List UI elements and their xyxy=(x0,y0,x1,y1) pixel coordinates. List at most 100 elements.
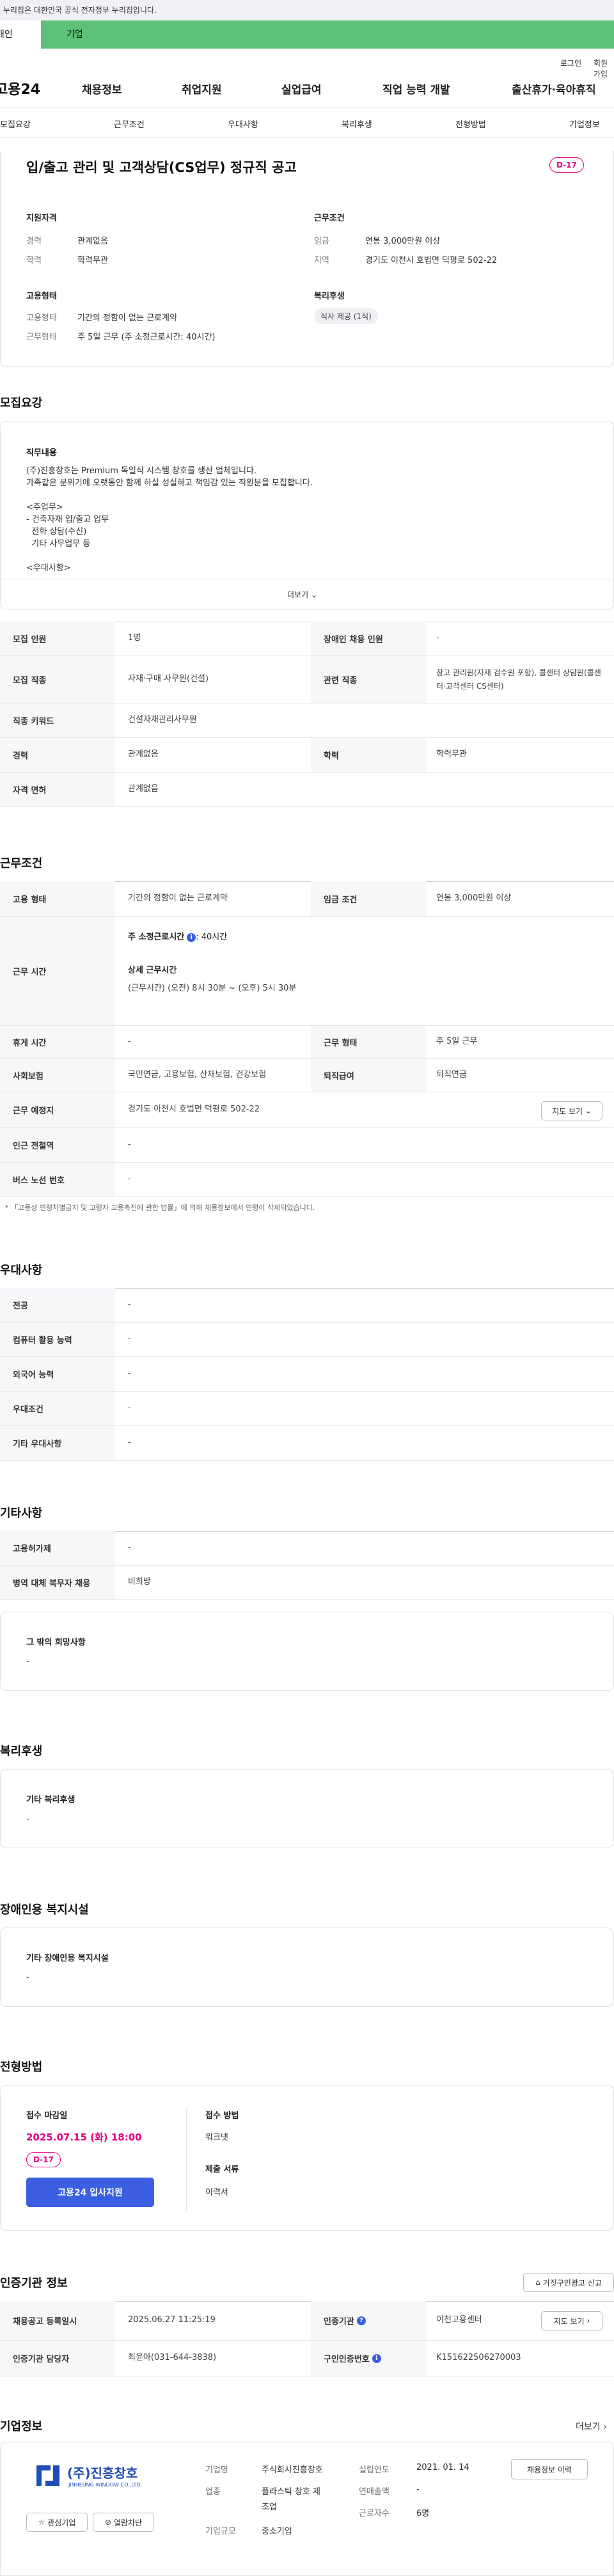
table-row: 인근 전철역 - xyxy=(0,1128,614,1163)
table-row: 근무 예정지 경기도 이천시 호법면 덕평로 502-22 지도 보기 ⌄ xyxy=(0,1092,614,1128)
table-row: 기타 우대사항 - xyxy=(0,1426,614,1461)
table-row: 버스 노선 번호 - xyxy=(0,1163,614,1197)
job-summary-card: 입/출고 관리 및 고객상담(CS업무) 정규직 공고 D-17 지원자격 경력… xyxy=(0,151,614,367)
deadline-date: 2025.07.15 (화) 18:00 xyxy=(26,2132,142,2143)
gov-banner-text: 이 누리집은 대한민국 공식 전자정부 누리집입니다. xyxy=(0,6,157,15)
etc-box: 그 밖의 희망사항 - xyxy=(0,1612,614,1691)
emptype-label: 고용형태 xyxy=(26,313,57,323)
star-icon: ☆ xyxy=(38,2518,45,2527)
region-label: 지역 xyxy=(314,256,329,265)
region-value: 경기도 이천시 호법면 덕평로 502-22 xyxy=(365,256,498,265)
table-row: 근무 시간 주 소정근로시간 i: 40시간 상세 근무시간 (근무시간) (오전… xyxy=(0,917,614,1026)
duty-card: 직무내용 (주)진흥창호는 Premium 독일식 시스템 창호를 생산 업체입… xyxy=(0,421,614,610)
anchor-preference[interactable]: 우대사항 xyxy=(228,118,258,130)
tab-personal[interactable]: 개인 xyxy=(0,20,41,49)
table-row: 휴게 시간 - 근무 형태 주 5일 근무 xyxy=(0,1026,614,1059)
anchor-recruit[interactable]: 모집요강 xyxy=(0,118,31,130)
agency-map-button[interactable]: 지도 보기 › xyxy=(541,2311,602,2330)
dday-badge: D-17 xyxy=(26,2152,61,2167)
company-logo-name: (주)진흥창호 xyxy=(67,2465,138,2481)
nav-parental-leave[interactable]: 출산휴가·육아휴직 xyxy=(512,81,596,97)
table-row: 직종 키워드 건설자재관리사무원 xyxy=(0,703,614,738)
nav-employment-support[interactable]: 취업지원 xyxy=(182,81,222,97)
detail-hours: (근무시간) (오전) 8시 30분 ~ (오후) 5시 30분 xyxy=(128,984,297,993)
table-row: 고용 형태 기간의 정함이 없는 근로계약 임금 조건 연봉 3,000만원 이… xyxy=(0,881,614,917)
education-label: 학력 xyxy=(26,256,42,265)
process-heading: 전형방법 xyxy=(0,2061,43,2074)
tab-business[interactable]: 기업 xyxy=(41,20,83,49)
table-row: 고용허가제 - xyxy=(0,1531,614,1566)
anchor-process[interactable]: 전형방법 xyxy=(455,118,486,130)
anchor-company[interactable]: 기업정보 xyxy=(569,118,600,130)
block-button[interactable]: ⊘ 열람차단 xyxy=(93,2513,154,2532)
worktype-label: 근무형태 xyxy=(26,333,57,342)
welfare-box: 기타 복리후생 - xyxy=(0,1769,614,1848)
detail-hours-title: 상세 근무시간 xyxy=(128,966,177,975)
table-row: 사회보험 국민연금, 고용보험, 산재보험, 건강보험 퇴직급여 퇴직연금 xyxy=(0,1059,614,1092)
nav-skills[interactable]: 직업 능력 개발 xyxy=(382,81,450,97)
welfare-heading: 복리후생 xyxy=(0,1745,43,1758)
employment-title: 고용형태 xyxy=(26,292,57,301)
table-row: 병역 대체 복무자 채용 비희망 xyxy=(0,1566,614,1600)
disabled-heading: 장애인용 복지시설 xyxy=(0,1903,89,1917)
age-note: * 「고용상 연령차별금지 및 고령자 고용촉진에 관한 법률」에 의해 채용정… xyxy=(5,1204,315,1212)
anchor-conditions[interactable]: 근무조건 xyxy=(114,118,145,130)
info-icon[interactable]: ? xyxy=(356,2316,366,2325)
main-nav: 고용24 채용정보 취업지원 실업급여 직업 능력 개발 출산휴가·육아휴직 xyxy=(0,72,614,107)
table-row: 전공 - xyxy=(0,1288,614,1323)
table-row: 우대조건 - xyxy=(0,1392,614,1426)
etc-heading: 기타사항 xyxy=(0,1507,43,1520)
table-row: 채용공고 등록일시 2025.06.27 11:25:19 인증기관? 이천고용… xyxy=(0,2301,614,2341)
more-button[interactable]: 더보기 ⌄ xyxy=(287,589,317,600)
conditions-heading: 근무조건 xyxy=(0,857,43,870)
company-heading: 기업정보 xyxy=(0,2420,43,2433)
anchor-tabs: 모집요강 근무조건 우대사항 복리후생 전형방법 기업정보 xyxy=(0,107,614,138)
duty-title: 직무내용 xyxy=(26,448,57,458)
table-row: 외국어 능력 - xyxy=(0,1357,614,1392)
company-more-link[interactable]: 더보기 › xyxy=(576,2420,607,2433)
table-row: 인증기관 담당자 최윤아(031-644-3838) 구인인증번호 i K1516… xyxy=(0,2341,614,2376)
home-icon: ⌂ xyxy=(535,2278,540,2287)
table-row: 자격 면허 관계없음 xyxy=(0,773,614,807)
chevron-right-icon: › xyxy=(586,2316,590,2325)
info-icon[interactable]: i xyxy=(372,2353,381,2363)
chevron-down-icon: ⌄ xyxy=(310,590,318,599)
qualification-title: 지원자격 xyxy=(26,214,57,223)
table-row: 컴퓨터 활용 능력 - xyxy=(0,1323,614,1357)
gov-banner: 이 누리집은 대한민국 공식 전자정부 누리집입니다. xyxy=(0,0,614,20)
duty-text: (주)진흥창호는 Premium 독일식 시스템 창호를 생산 업체입니다. 가족… xyxy=(26,466,313,573)
utility-links: 로그인 회원가입 xyxy=(0,49,614,79)
welfare-title: 복리후생 xyxy=(314,292,345,301)
weekly-hours: 주 소정근로시간 i: 40시간 xyxy=(128,932,228,942)
education-value: 학력무관 xyxy=(77,256,108,265)
report-button[interactable]: ⌂ 거짓구인광고 신고 xyxy=(523,2273,614,2292)
apply-button[interactable]: 고용24 입사지원 xyxy=(26,2178,154,2207)
service-tabs: 개인 기업 xyxy=(0,20,614,49)
dday-badge: D-17 xyxy=(549,157,584,173)
company-card: (주)진흥창호 JINHEUNG WINDOW CO.,LTD. ☆ 관심기업 … xyxy=(0,2442,614,2576)
anchor-welfare[interactable]: 복리후생 xyxy=(342,118,372,130)
welfare-pill: 식사 제공 (1식) xyxy=(314,308,378,324)
worktype-value: 주 5일 근무 (주 소정근로시간: 40시간) xyxy=(77,333,216,342)
agency-heading: 인증기관 정보 xyxy=(0,2277,68,2290)
conditions-title: 근무조건 xyxy=(314,214,345,223)
preference-heading: 우대사항 xyxy=(0,1264,43,1277)
company-logo xyxy=(34,2462,62,2490)
nav-jobs[interactable]: 채용정보 xyxy=(82,81,122,97)
logo[interactable]: 고용24 xyxy=(0,78,40,98)
wage-value: 연봉 3,000만원 이상 xyxy=(365,237,441,246)
map-button[interactable]: 지도 보기 ⌄ xyxy=(541,1101,602,1120)
nav-unemployment-benefit[interactable]: 실업급여 xyxy=(281,81,322,97)
chevron-down-icon: ⌄ xyxy=(585,1106,592,1115)
company-logo-en: JINHEUNG WINDOW CO.,LTD. xyxy=(68,2482,143,2488)
emptype-value: 기간의 정함이 없는 근로계약 xyxy=(77,313,177,323)
info-icon[interactable]: i xyxy=(187,932,196,942)
career-value: 관계없음 xyxy=(77,237,108,246)
history-button[interactable]: 채용정보 이력 xyxy=(511,2459,588,2479)
login-link[interactable]: 로그인 xyxy=(560,58,581,68)
disabled-box: 기타 장애인용 복지시설 - xyxy=(0,1928,614,2007)
career-label: 경력 xyxy=(26,237,42,246)
table-row: 경력 관계없음 학력 학력무관 xyxy=(0,738,614,773)
wage-label: 임금 xyxy=(314,237,329,246)
interest-button[interactable]: ☆ 관심기업 xyxy=(26,2513,88,2532)
